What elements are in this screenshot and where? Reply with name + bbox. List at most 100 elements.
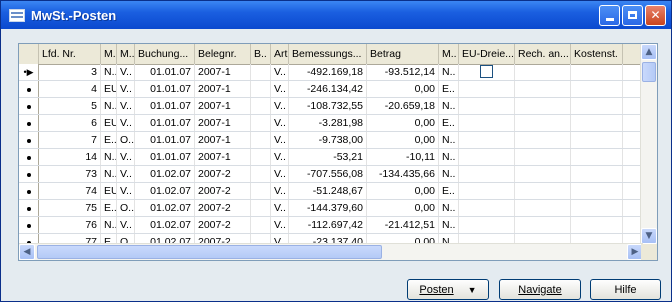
table-cell[interactable] [571, 81, 623, 97]
table-cell[interactable]: N.. [101, 217, 117, 233]
table-cell[interactable]: V.. [117, 166, 135, 182]
table-cell[interactable] [459, 217, 515, 233]
scroll-left-arrow-icon[interactable]: ◀ [19, 244, 35, 260]
table-cell[interactable] [515, 183, 571, 199]
table-row[interactable]: 14 N.. V.. 01.01.07 2007-1 V.. -53,21 -10,11 N.. [19, 149, 643, 166]
table-cell[interactable]: 01.02.07 [135, 183, 195, 199]
table-cell[interactable]: V.. [117, 81, 135, 97]
table-cell[interactable] [459, 81, 515, 97]
table-cell[interactable] [251, 166, 271, 182]
table-cell[interactable] [459, 200, 515, 216]
table-cell[interactable]: 01.01.07 [135, 64, 195, 80]
table-cell[interactable]: V.. [117, 217, 135, 233]
table-cell[interactable]: 2007-1 [195, 115, 251, 131]
table-cell[interactable]: E.. [101, 132, 117, 148]
table-cell[interactable] [251, 115, 271, 131]
table-cell[interactable]: 01.02.07 [135, 166, 195, 182]
table-cell[interactable]: E.. [101, 200, 117, 216]
table-cell[interactable] [571, 64, 623, 80]
table-cell[interactable]: 01.02.07 [135, 200, 195, 216]
table-cell[interactable]: 0,00 [367, 132, 439, 148]
table-cell[interactable]: 01.02.07 [135, 217, 195, 233]
table-cell[interactable]: E.. [439, 115, 459, 131]
table-cell[interactable]: 5 [39, 98, 101, 114]
row-marker-icon[interactable] [19, 217, 39, 233]
table-cell[interactable]: 2007-1 [195, 149, 251, 165]
table-row[interactable]: 5 N.. V.. 01.01.07 2007-1 V.. -108.732,55 -20.6… [19, 98, 643, 115]
table-cell[interactable]: N.. [101, 149, 117, 165]
navigate-button[interactable]: Navigate [499, 279, 581, 300]
table-cell[interactable]: V.. [271, 217, 289, 233]
table-cell[interactable]: V.. [117, 64, 135, 80]
table-cell[interactable]: -144.379,60 [289, 200, 367, 216]
table-cell[interactable]: 01.01.07 [135, 115, 195, 131]
table-cell[interactable] [515, 81, 571, 97]
table-cell[interactable]: 0,00 [367, 115, 439, 131]
table-cell[interactable]: 6 [39, 115, 101, 131]
table-cell[interactable]: N.. [439, 64, 459, 80]
table-cell[interactable]: V.. [271, 166, 289, 182]
table-cell[interactable] [571, 132, 623, 148]
row-marker-icon[interactable] [19, 149, 39, 165]
table-cell[interactable]: 2007-2 [195, 183, 251, 199]
column-header[interactable]: Bemessungs... [289, 44, 367, 64]
table-cell[interactable]: -112.697,42 [289, 217, 367, 233]
table-cell[interactable]: N.. [101, 166, 117, 182]
table-cell[interactable]: V.. [271, 64, 289, 80]
table-cell[interactable]: V.. [271, 98, 289, 114]
table-cell[interactable]: 0,00 [367, 81, 439, 97]
table-cell[interactable]: 76 [39, 217, 101, 233]
table-cell[interactable]: N.. [439, 200, 459, 216]
row-marker-icon[interactable] [19, 200, 39, 216]
table-cell[interactable] [251, 81, 271, 97]
table-cell[interactable]: V.. [271, 149, 289, 165]
row-marker-icon[interactable] [19, 166, 39, 182]
table-cell[interactable]: 0,00 [367, 200, 439, 216]
table-cell[interactable] [515, 149, 571, 165]
table-cell[interactable] [251, 200, 271, 216]
table-cell[interactable]: EU [101, 81, 117, 97]
table-cell[interactable] [515, 64, 571, 80]
table-cell[interactable]: -134.435,66 [367, 166, 439, 182]
table-cell[interactable]: 01.01.07 [135, 149, 195, 165]
table-cell[interactable]: -9.738,00 [289, 132, 367, 148]
column-header[interactable]: B.. [251, 44, 271, 64]
table-row[interactable]: 6EUV..01.01.072007-1V..-3.281,980,00E.. [19, 115, 643, 132]
row-marker-icon[interactable] [19, 132, 39, 148]
maximize-button[interactable] [622, 4, 643, 26]
table-cell[interactable]: -108.732,55 [289, 98, 367, 114]
table-cell[interactable] [251, 183, 271, 199]
table-cell[interactable]: EU [101, 183, 117, 199]
row-marker-icon[interactable] [19, 98, 39, 114]
table-cell[interactable]: 7 [39, 132, 101, 148]
row-marker-icon[interactable] [19, 183, 39, 199]
table-cell[interactable]: N.. [101, 98, 117, 114]
table-cell[interactable]: 2007-1 [195, 132, 251, 148]
close-button[interactable]: ✕ [645, 4, 666, 26]
posten-menu-button[interactable]: Posten ▼ [407, 279, 489, 300]
table-cell[interactable]: 14 [39, 149, 101, 165]
table-cell[interactable]: -51.248,67 [289, 183, 367, 199]
table-cell[interactable]: 2007-1 [195, 98, 251, 114]
table-cell[interactable]: E.. [439, 81, 459, 97]
table-cell[interactable]: -10,11 [367, 149, 439, 165]
table-cell[interactable] [515, 98, 571, 114]
horizontal-scroll-thumb[interactable] [37, 245, 382, 259]
table-cell[interactable] [571, 166, 623, 182]
vertical-scrollbar[interactable]: ▲ ▼ [640, 44, 657, 244]
horizontal-scrollbar[interactable]: ◀ ▶ [19, 243, 643, 260]
table-cell[interactable]: N.. [101, 64, 117, 80]
table-row[interactable]: 7 E.. O.. 01.01.07 2007-1 V.. -9.738,00 0,00 N.. [19, 132, 643, 149]
table-cell[interactable]: 73 [39, 166, 101, 182]
table-cell[interactable]: -20.659,18 [367, 98, 439, 114]
hilfe-button[interactable]: Hilfe [590, 279, 661, 300]
table-cell[interactable]: EU [101, 115, 117, 131]
table-cell[interactable]: E.. [439, 183, 459, 199]
table-cell[interactable]: 2007-1 [195, 81, 251, 97]
table-cell[interactable]: V.. [271, 132, 289, 148]
table-cell[interactable] [515, 115, 571, 131]
table-cell[interactable]: N.. [439, 149, 459, 165]
table-cell[interactable]: 01.01.07 [135, 98, 195, 114]
row-marker-icon[interactable] [19, 81, 39, 97]
table-cell[interactable] [459, 149, 515, 165]
